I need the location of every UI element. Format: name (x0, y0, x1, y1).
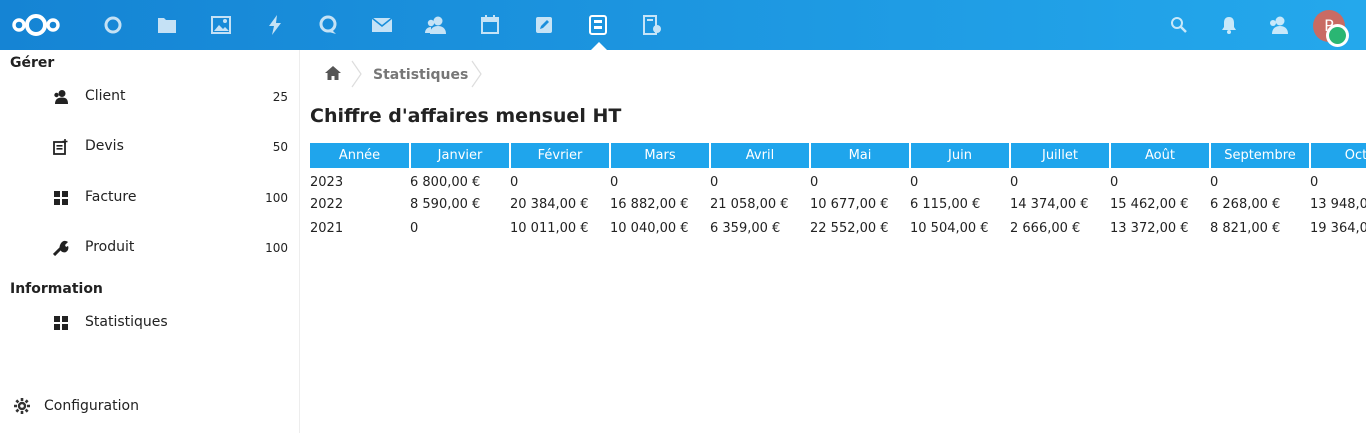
sidebar-item-devis[interactable]: Devis 50 (0, 129, 300, 165)
column-header: Février (510, 143, 611, 168)
breadcrumb-separator (471, 60, 483, 88)
gestion-icon[interactable] (586, 13, 610, 37)
settings-label: Configuration (44, 398, 139, 414)
top-bar: P (0, 0, 1366, 50)
breadcrumb-separator (351, 60, 363, 88)
calendar-icon[interactable] (478, 13, 502, 37)
sidebar-item-client[interactable]: Client 25 (0, 79, 300, 115)
revenue-cell: 6 268,00 € (1210, 196, 1281, 212)
column-header: Octo (1310, 143, 1366, 168)
sidebar-item-facture[interactable]: Facture 100 (0, 180, 300, 216)
revenue-cell: 0 (610, 174, 619, 190)
app-navigation: Gérer Client 25 Devis 50 Facture 100 Pro… (0, 50, 300, 433)
table-header-row: Année Janvier Février Mars Avril Mai Juin Juill… (310, 143, 1366, 168)
revenue-cell: 0 (1310, 174, 1319, 190)
revenue-cell: 14 374,00 € (1010, 196, 1089, 212)
dashboard-icon[interactable] (101, 13, 125, 37)
activity-icon[interactable] (263, 13, 287, 37)
sidebar-item-label: Produit (85, 239, 135, 255)
revenue-cell: 0 (1010, 174, 1019, 190)
app-content: Statistiques Chiffre d'affaires mensuel … (300, 50, 1366, 433)
sidebar-item-label: Statistiques (85, 314, 168, 330)
grid-icon (53, 315, 69, 331)
revenue-cell: 6 800,00 € (410, 174, 481, 190)
column-header: Avril (710, 143, 811, 168)
column-header: Janvier (410, 143, 511, 168)
sidebar-item-label: Devis (85, 138, 124, 154)
sidebar-item-label: Facture (85, 189, 137, 205)
revenue-cell: 15 462,00 € (1110, 196, 1189, 212)
page-title: Chiffre d'affaires mensuel HT (310, 105, 622, 127)
revenue-cell: 20 384,00 € (510, 196, 589, 212)
stats-table: Année Janvier Février Mars Avril Mai Juin Juill… (310, 143, 1366, 240)
revenue-cell: 0 (1110, 174, 1119, 190)
column-header: Mai (810, 143, 911, 168)
files-icon[interactable] (155, 13, 179, 37)
revenue-cell: 13 372,00 € (1110, 220, 1189, 236)
talk-icon[interactable] (316, 13, 340, 37)
column-header: Août (1110, 143, 1211, 168)
table-row: 2023 6 800,00 € 0 0 0 0 0 0 0 0 0 (310, 168, 1366, 192)
section-heading-gerer: Gérer (10, 55, 55, 71)
sidebar-item-label: Client (85, 88, 126, 104)
table-body: 2023 6 800,00 € 0 0 0 0 0 0 0 0 0 2022 8 590,00 € 20 … (310, 168, 1366, 240)
revenue-cell: 16 882,00 € (610, 196, 689, 212)
revenue-cell: 0 (810, 174, 819, 190)
section-heading-information: Information (10, 281, 103, 297)
table-row: 2022 8 590,00 € 20 384,00 € 16 882,00 € 21 0… (310, 192, 1366, 216)
client-icon (53, 89, 69, 105)
revenue-cell: 6 359,00 € (710, 220, 781, 236)
contacts-icon[interactable] (424, 13, 448, 37)
bell-icon[interactable] (1219, 15, 1239, 35)
column-header: Juin (910, 143, 1011, 168)
sidebar-item-produit[interactable]: Produit 100 (0, 230, 300, 266)
settings-button[interactable]: Configuration (0, 390, 300, 422)
revenue-cell: 10 040,00 € (610, 220, 689, 236)
year-cell: 2022 (310, 196, 344, 212)
column-header: Année (310, 143, 411, 168)
nextcloud-logo[interactable] (12, 12, 60, 38)
sidebar-item-count: 25 (272, 90, 288, 104)
revenue-cell: 10 011,00 € (510, 220, 589, 236)
active-app-indicator (591, 42, 607, 50)
revenue-cell: 10 504,00 € (910, 220, 989, 236)
revenue-cell: 0 (910, 174, 919, 190)
year-cell: 2021 (310, 220, 344, 236)
column-header: Septembre (1210, 143, 1311, 168)
gear-icon (14, 398, 30, 414)
revenue-cell: 0 (710, 174, 719, 190)
mail-icon[interactable] (370, 13, 394, 37)
sidebar-item-count: 100 (265, 241, 288, 255)
revenue-cell: 6 115,00 € (910, 196, 981, 212)
deck-icon[interactable] (640, 13, 664, 37)
wrench-icon (52, 240, 69, 257)
revenue-cell: 0 (410, 220, 419, 236)
revenue-cell: 22 552,00 € (810, 220, 889, 236)
sidebar-item-statistiques[interactable]: Statistiques (0, 305, 300, 341)
revenue-cell: 8 821,00 € (1210, 220, 1281, 236)
grid-icon (53, 190, 69, 206)
sidebar-item-count: 50 (272, 140, 288, 154)
year-cell: 2023 (310, 174, 344, 190)
revenue-cell: 8 590,00 € (410, 196, 481, 212)
sidebar-item-count: 100 (265, 191, 288, 205)
revenue-cell: 13 948,0 (1310, 196, 1366, 212)
revenue-cell: 10 677,00 € (810, 196, 889, 212)
photos-icon[interactable] (209, 13, 233, 37)
notes-icon[interactable] (532, 13, 556, 37)
quote-icon (53, 139, 69, 155)
table-row: 2021 0 10 011,00 € 10 040,00 € 6 359,00 € 22 … (310, 216, 1366, 240)
revenue-cell: 19 364,0 (1310, 220, 1366, 236)
search-icon[interactable] (1169, 15, 1189, 35)
breadcrumb-current[interactable]: Statistiques (373, 67, 468, 83)
column-header: Juillet (1010, 143, 1111, 168)
column-header: Mars (610, 143, 711, 168)
revenue-cell: 0 (1210, 174, 1219, 190)
revenue-cell: 2 666,00 € (1010, 220, 1081, 236)
home-icon[interactable] (324, 65, 342, 81)
contacts-menu-icon[interactable] (1268, 15, 1288, 35)
revenue-cell: 21 058,00 € (710, 196, 789, 212)
online-status-icon (1326, 24, 1349, 47)
revenue-cell: 0 (510, 174, 519, 190)
